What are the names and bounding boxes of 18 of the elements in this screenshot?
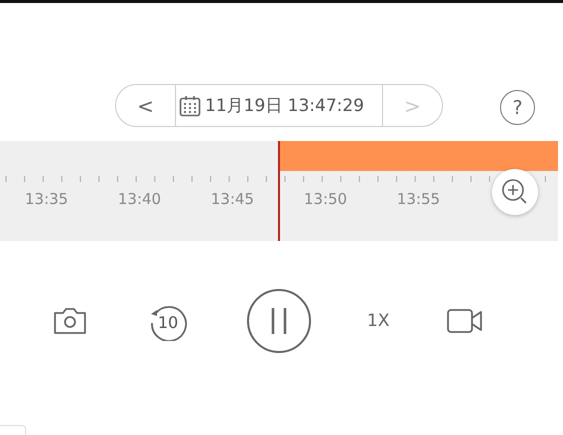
previous-day-button[interactable]: <: [116, 85, 175, 126]
camera-icon: [52, 305, 88, 337]
record-button[interactable]: [446, 306, 484, 336]
time-label: 13:35: [24, 190, 70, 208]
time-label: 13:55: [396, 190, 442, 208]
pause-button[interactable]: [247, 289, 311, 353]
zoom-in-button[interactable]: [492, 169, 538, 215]
time-label: 13:45: [210, 190, 256, 208]
video-camera-icon: [446, 306, 484, 336]
speed-button[interactable]: 1X: [367, 311, 390, 331]
time-label: 13:40: [116, 190, 162, 208]
calendar-icon: [179, 94, 201, 116]
snapshot-button[interactable]: [52, 305, 88, 337]
time-label: 13:50: [302, 190, 348, 208]
replay-button[interactable]: 10: [147, 300, 189, 342]
date-button[interactable]: 11月19日 13:47:29: [175, 85, 383, 126]
help-button[interactable]: ?: [500, 90, 535, 125]
timeline[interactable]: 13:35 13:40 13:45 13:50 13:55: [0, 141, 558, 241]
